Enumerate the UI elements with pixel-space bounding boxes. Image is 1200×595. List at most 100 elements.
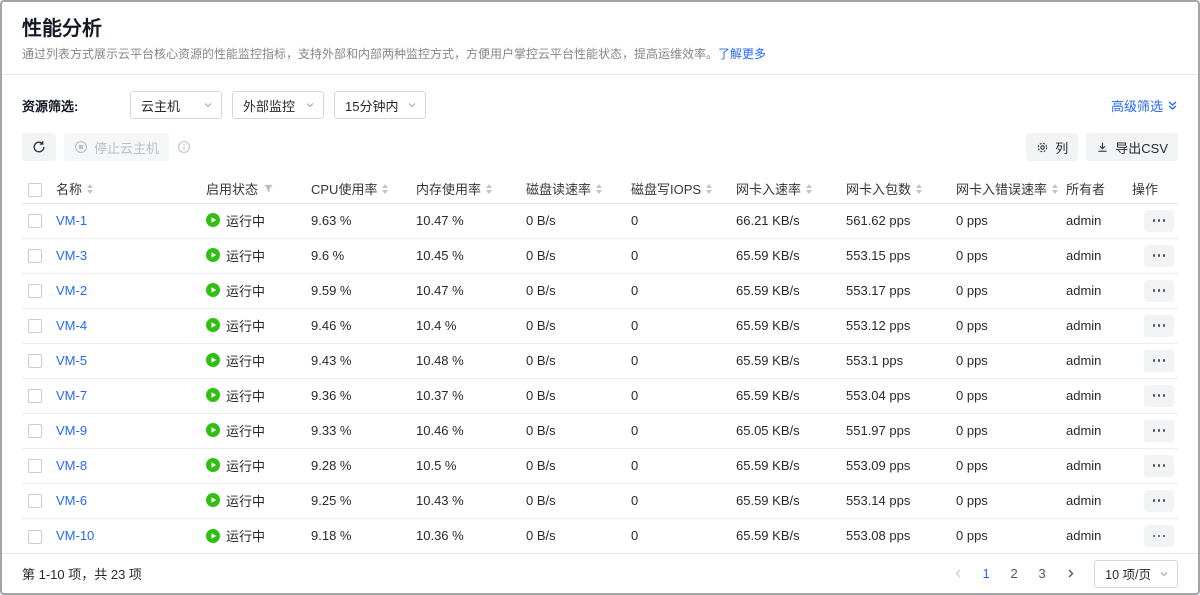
row-checkbox[interactable] — [28, 389, 42, 403]
row-actions-button[interactable] — [1144, 245, 1174, 267]
vm-name-link[interactable]: VM-10 — [56, 528, 94, 543]
mem-usage-cell: 10.46 % — [416, 413, 526, 448]
cpu-usage-cell: 9.25 % — [311, 483, 416, 518]
row-checkbox[interactable] — [28, 424, 42, 438]
chevron-down-icon — [305, 100, 315, 110]
monitor-type-value: 外部监控 — [243, 96, 295, 115]
vm-name-link[interactable]: VM-6 — [56, 493, 87, 508]
vm-name-link[interactable]: VM-4 — [56, 318, 87, 333]
advanced-filter-link[interactable]: 高级筛选 — [1111, 96, 1178, 115]
row-checkbox[interactable] — [28, 354, 42, 368]
vm-name-link[interactable]: VM-8 — [56, 458, 87, 473]
row-checkbox[interactable] — [28, 530, 42, 544]
col-header-net-rate[interactable]: 网卡入速率 — [736, 175, 846, 203]
sort-icon[interactable] — [806, 184, 812, 194]
col-header-net-err[interactable]: 网卡入错误速率 — [956, 175, 1066, 203]
pagination: 1 2 3 10 项/页 — [944, 560, 1178, 588]
net-err-cell: 0 pps — [956, 378, 1066, 413]
net-rate-cell: 65.59 KB/s — [736, 343, 846, 378]
row-checkbox[interactable] — [28, 319, 42, 333]
col-header-disk-read[interactable]: 磁盘读速率 — [526, 175, 631, 203]
page-button-1[interactable]: 1 — [975, 562, 997, 586]
page-size-select[interactable]: 10 项/页 — [1094, 560, 1178, 588]
status-label: 运行中 — [226, 351, 265, 370]
sort-icon[interactable] — [87, 184, 93, 194]
col-header-mem[interactable]: 内存使用率 — [416, 175, 526, 203]
status-label: 运行中 — [226, 526, 265, 545]
row-actions-button[interactable] — [1144, 420, 1174, 442]
table-row: VM-4 运行中 9.46 % 10.4 % 0 B/s 0 65.59 KB/… — [22, 308, 1178, 343]
row-actions-button[interactable] — [1144, 525, 1174, 547]
resource-type-select[interactable]: 云主机 — [130, 91, 222, 119]
col-header-cpu[interactable]: CPU使用率 — [311, 175, 416, 203]
time-range-select[interactable]: 15分钟内 — [334, 91, 426, 119]
net-rate-cell: 65.59 KB/s — [736, 378, 846, 413]
net-rate-cell: 65.59 KB/s — [736, 448, 846, 483]
owner-cell: admin — [1066, 448, 1124, 483]
col-header-net-pkts[interactable]: 网卡入包数 — [846, 175, 956, 203]
table-row: VM-5 运行中 9.43 % 10.48 % 0 B/s 0 65.59 KB… — [22, 343, 1178, 378]
stop-vm-button[interactable]: 停止云主机 — [64, 133, 169, 161]
owner-cell: admin — [1066, 483, 1124, 518]
col-header-name[interactable]: 名称 — [56, 175, 206, 203]
export-csv-button[interactable]: 导出CSV — [1086, 133, 1178, 161]
monitor-type-select[interactable]: 外部监控 — [232, 91, 324, 119]
filter-row: 资源筛选: 云主机 外部监控 15分钟内 高级筛选 — [2, 91, 1198, 119]
disk-read-cell: 0 B/s — [526, 518, 631, 553]
page-button-3[interactable]: 3 — [1031, 562, 1053, 586]
disk-read-cell: 0 B/s — [526, 378, 631, 413]
sort-icon[interactable] — [1052, 184, 1058, 194]
sort-icon[interactable] — [596, 184, 602, 194]
select-all-checkbox[interactable] — [28, 183, 42, 197]
mem-usage-cell: 10.48 % — [416, 343, 526, 378]
row-actions-button[interactable] — [1144, 455, 1174, 477]
sort-icon[interactable] — [706, 184, 712, 194]
col-header-disk-iops[interactable]: 磁盘写IOPS — [631, 175, 736, 203]
cpu-usage-cell: 9.18 % — [311, 518, 416, 553]
chevron-down-icon — [1159, 569, 1169, 579]
sort-icon[interactable] — [916, 184, 922, 194]
columns-button[interactable]: 列 — [1026, 133, 1078, 161]
net-pkts-cell: 553.15 pps — [846, 238, 956, 273]
learn-more-link[interactable]: 了解更多 — [718, 47, 766, 61]
row-checkbox[interactable] — [28, 459, 42, 473]
mem-usage-cell: 10.45 % — [416, 238, 526, 273]
row-actions-button[interactable] — [1144, 210, 1174, 232]
vm-name-link[interactable]: VM-7 — [56, 388, 87, 403]
vm-name-link[interactable]: VM-1 — [56, 213, 87, 228]
cpu-usage-cell: 9.6 % — [311, 238, 416, 273]
vm-name-link[interactable]: VM-2 — [56, 283, 87, 298]
row-actions-button[interactable] — [1144, 350, 1174, 372]
disk-read-cell: 0 B/s — [526, 413, 631, 448]
vm-name-link[interactable]: VM-9 — [56, 423, 87, 438]
sort-icon[interactable] — [382, 184, 388, 194]
net-err-cell: 0 pps — [956, 413, 1066, 448]
row-actions-button[interactable] — [1144, 490, 1174, 512]
vm-name-link[interactable]: VM-5 — [56, 353, 87, 368]
row-actions-button[interactable] — [1144, 385, 1174, 407]
refresh-button[interactable] — [22, 133, 56, 161]
prev-page-button[interactable] — [947, 562, 969, 586]
table-footer: 第 1-10 项，共 23 项 1 2 3 10 项/页 — [2, 553, 1198, 593]
col-header-status[interactable]: 启用状态 — [206, 175, 311, 203]
row-actions-button[interactable] — [1144, 280, 1174, 302]
row-checkbox[interactable] — [28, 284, 42, 298]
chevron-down-icon — [203, 100, 213, 110]
net-err-cell: 0 pps — [956, 518, 1066, 553]
filter-funnel-icon[interactable] — [263, 183, 274, 194]
row-checkbox[interactable] — [28, 214, 42, 228]
vm-name-link[interactable]: VM-3 — [56, 248, 87, 263]
info-icon[interactable] — [177, 140, 191, 154]
cpu-usage-cell: 9.28 % — [311, 448, 416, 483]
next-page-button[interactable] — [1059, 562, 1081, 586]
net-pkts-cell: 553.04 pps — [846, 378, 956, 413]
row-checkbox[interactable] — [28, 494, 42, 508]
running-status-icon — [206, 353, 220, 367]
row-actions-button[interactable] — [1144, 315, 1174, 337]
page-button-2[interactable]: 2 — [1003, 562, 1025, 586]
items-summary: 第 1-10 项，共 23 项 — [22, 564, 142, 583]
sort-icon[interactable] — [486, 184, 492, 194]
performance-analysis-page: 性能分析 通过列表方式展示云平台核心资源的性能监控指标，支持外部和内部两种监控方… — [0, 0, 1200, 595]
row-checkbox[interactable] — [28, 249, 42, 263]
gear-icon — [1036, 141, 1049, 154]
